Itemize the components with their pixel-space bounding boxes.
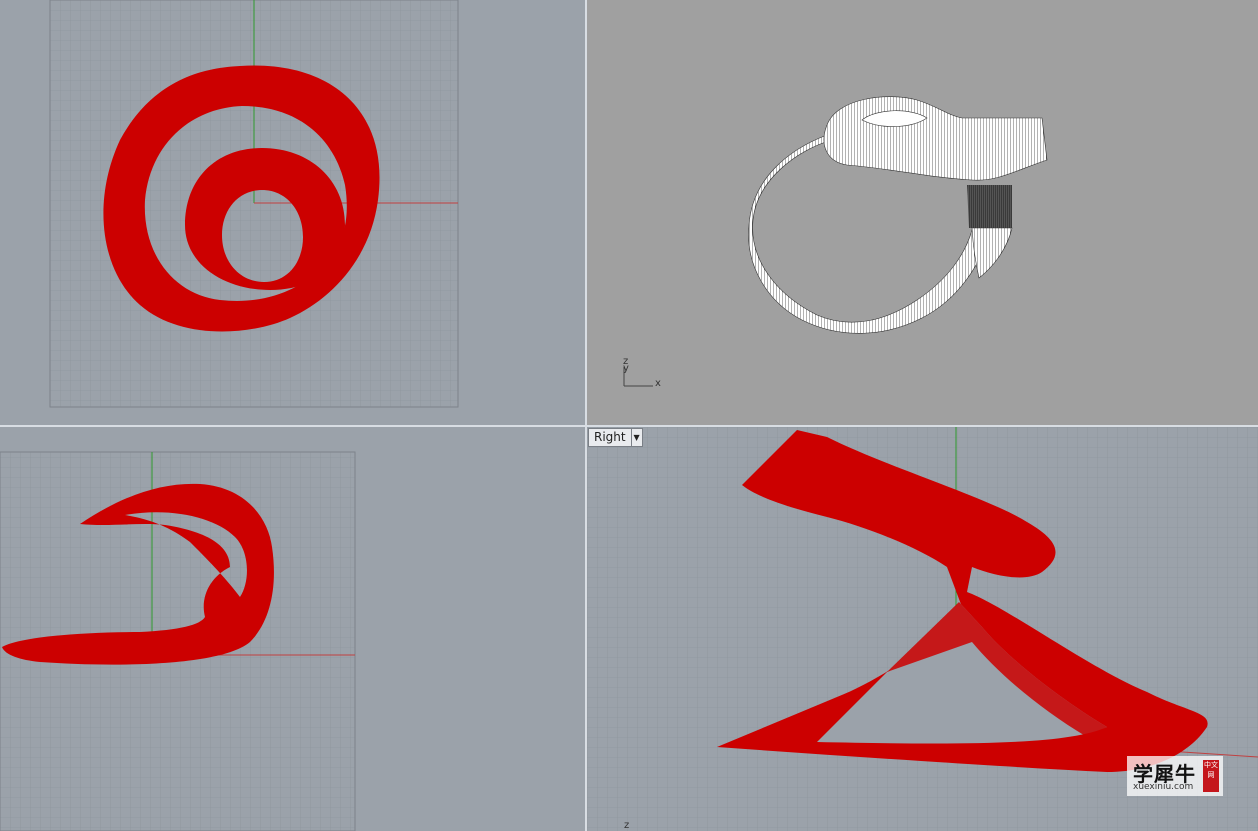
watermark-url: xuexiniu.com xyxy=(1133,782,1194,792)
front-viewport[interactable] xyxy=(0,427,585,831)
perspective-viewport-canvas[interactable] xyxy=(587,0,1258,425)
viewport-title-tab[interactable]: Right ▼ xyxy=(588,428,643,447)
axis-y-label: y xyxy=(623,363,629,374)
front-viewport-canvas[interactable] xyxy=(0,427,585,831)
viewport-divider-vertical[interactable] xyxy=(585,0,587,831)
viewport-title-label[interactable]: Right xyxy=(589,429,631,446)
chevron-down-icon[interactable]: ▼ xyxy=(630,429,642,446)
watermark: 学犀牛 xuexiniu.com 中文网 xyxy=(1127,756,1223,796)
ribbon-surface-perspective[interactable] xyxy=(748,96,1048,334)
perspective-viewport[interactable]: z y x xyxy=(587,0,1258,425)
watermark-seal: 中文网 xyxy=(1203,760,1219,792)
axis-x-label: x xyxy=(655,378,661,389)
top-viewport[interactable] xyxy=(0,0,585,425)
right-axis-z-label: z xyxy=(624,820,630,831)
viewport-divider-horizontal[interactable] xyxy=(0,425,1258,427)
top-viewport-canvas[interactable] xyxy=(0,0,585,425)
